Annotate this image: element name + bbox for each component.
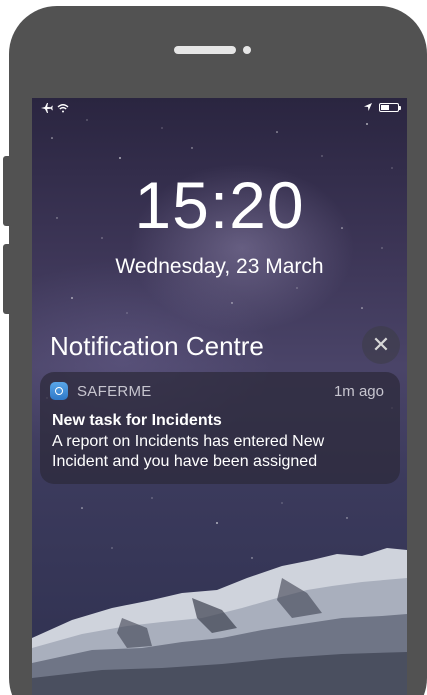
notification-app-name: SAFERME xyxy=(77,383,152,400)
notification-body: A report on Incidents has entered New In… xyxy=(52,433,325,470)
status-bar-left xyxy=(40,102,74,117)
status-bar-right xyxy=(363,102,401,112)
lock-screen: 15:20 Wednesday, 23 March Notification C… xyxy=(32,98,407,695)
front-camera xyxy=(243,46,251,54)
mute-switch xyxy=(3,156,10,226)
location-arrow-icon xyxy=(364,103,372,111)
saferme-app-icon xyxy=(50,382,68,400)
device-frame: 15:20 Wednesday, 23 March Notification C… xyxy=(0,0,427,695)
airplane-icon xyxy=(41,103,53,113)
notification-centre-title: Notification Centre xyxy=(50,331,264,361)
notification-title: New task for Incidents xyxy=(52,412,222,429)
wifi-icon xyxy=(57,104,69,113)
notification-card[interactable]: SAFERME 1m ago New task for Incidents A … xyxy=(40,372,400,484)
volume-button xyxy=(3,244,10,314)
earpiece-speaker xyxy=(174,46,236,54)
battery-icon xyxy=(379,102,401,112)
lock-screen-time: 15:20 xyxy=(134,168,305,242)
lock-screen-date: Wednesday, 23 March xyxy=(115,255,324,278)
mountain-background xyxy=(32,548,407,695)
close-icon: ✕ xyxy=(371,332,391,357)
clear-notifications-button[interactable]: ✕ xyxy=(362,326,400,364)
notification-timestamp: 1m ago xyxy=(333,383,384,400)
